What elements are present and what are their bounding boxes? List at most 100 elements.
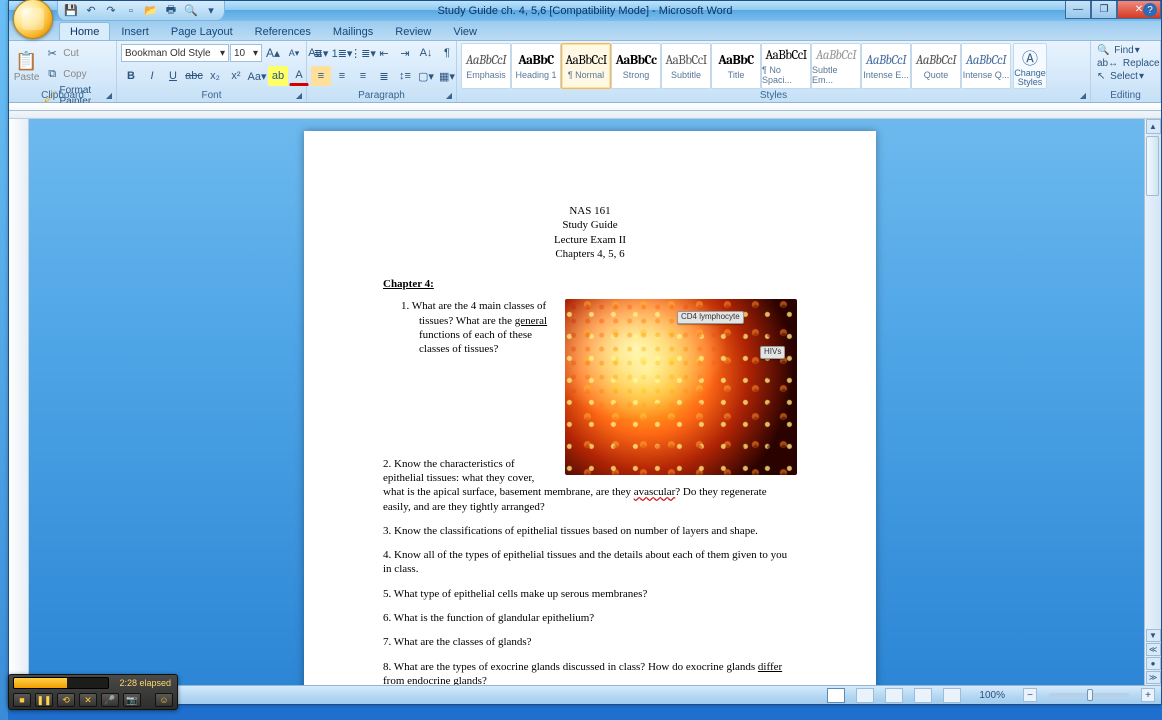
- zoom-slider-thumb[interactable]: [1087, 689, 1093, 701]
- recorder-settings-icon[interactable]: ☺: [155, 693, 173, 707]
- replace-button[interactable]: ab↔ Replace: [1097, 58, 1160, 69]
- document-page[interactable]: NAS 161 Study Guide Lecture Exam II Chap…: [305, 132, 875, 685]
- style-item--no-spaci-[interactable]: AaBbCcI¶ No Spaci...: [761, 43, 811, 89]
- align-left-icon[interactable]: ≡: [311, 66, 331, 86]
- bullets-icon[interactable]: ≣▾: [311, 43, 331, 63]
- qat-customize-icon[interactable]: ▾: [204, 4, 218, 18]
- zoom-level[interactable]: 100%: [979, 690, 1005, 701]
- quick-print-icon[interactable]: 🖶: [164, 4, 178, 18]
- doc-header-line-2: Study Guide: [383, 218, 797, 232]
- multilevel-list-icon[interactable]: ⋮≣▾: [353, 43, 373, 63]
- show-marks-icon[interactable]: ¶: [437, 43, 457, 63]
- paste-button[interactable]: 📋 Paste: [13, 43, 40, 91]
- open-icon[interactable]: 📂: [144, 4, 158, 18]
- zoom-in-button[interactable]: +: [1141, 688, 1155, 702]
- ruler-vertical[interactable]: [9, 119, 29, 685]
- font-color-icon[interactable]: A: [289, 66, 309, 86]
- tab-references[interactable]: References: [244, 22, 322, 40]
- change-case-icon[interactable]: Aa▾: [247, 66, 267, 86]
- ruler-horizontal[interactable]: [9, 103, 1161, 119]
- recorder-webcam-icon[interactable]: 📷: [123, 693, 141, 707]
- copy-icon[interactable]: ⧉: [42, 64, 62, 84]
- browse-object-icon[interactable]: ●: [1146, 657, 1161, 670]
- style-item-emphasis[interactable]: AaBbCcIEmphasis: [461, 43, 511, 89]
- style-item-quote[interactable]: AaBbCcIQuote: [911, 43, 961, 89]
- recorder-restart-icon[interactable]: ⟲: [57, 693, 75, 707]
- grow-font-icon[interactable]: A▴: [263, 43, 283, 63]
- style-item--normal[interactable]: AaBbCcI¶ Normal: [561, 43, 611, 89]
- view-draft-icon[interactable]: [943, 688, 961, 703]
- decrease-indent-icon[interactable]: ⇤: [374, 43, 394, 63]
- recorder-stop-icon[interactable]: ■: [13, 693, 31, 707]
- prev-page-icon[interactable]: ≪: [1146, 643, 1161, 656]
- undo-icon[interactable]: ↶: [84, 4, 98, 18]
- shading-icon[interactable]: ▢▾: [416, 66, 436, 86]
- view-outline-icon[interactable]: [914, 688, 932, 703]
- align-right-icon[interactable]: ≡: [353, 66, 373, 86]
- font-dialog-launcher[interactable]: ◢: [294, 91, 304, 101]
- recorder-pause-icon[interactable]: ❚❚: [35, 693, 53, 707]
- select-button[interactable]: ↖ Select ▾: [1097, 71, 1160, 82]
- tab-insert[interactable]: Insert: [110, 22, 160, 40]
- tab-page-layout[interactable]: Page Layout: [160, 22, 244, 40]
- print-preview-icon[interactable]: 🔍: [184, 4, 198, 18]
- recorder-delete-icon[interactable]: ✕: [79, 693, 97, 707]
- find-button[interactable]: 🔍 Find ▾: [1097, 45, 1160, 56]
- sort-icon[interactable]: A↓: [416, 43, 436, 63]
- font-size-combo[interactable]: 10▾: [230, 44, 262, 62]
- paragraph-dialog-launcher[interactable]: ◢: [444, 91, 454, 101]
- office-button[interactable]: [13, 0, 53, 39]
- line-spacing-icon[interactable]: ↕≡: [395, 66, 415, 86]
- view-web-layout-icon[interactable]: [885, 688, 903, 703]
- bold-icon[interactable]: B: [121, 66, 141, 86]
- zoom-slider[interactable]: [1049, 693, 1129, 697]
- scroll-thumb[interactable]: [1146, 136, 1159, 196]
- new-doc-icon[interactable]: ▫: [124, 4, 138, 18]
- redo-icon[interactable]: ↷: [104, 4, 118, 18]
- tab-mailings[interactable]: Mailings: [322, 22, 384, 40]
- embedded-image[interactable]: CD4 lymphocyte HIVs: [565, 299, 797, 475]
- style-gallery[interactable]: AaBbCcIEmphasisAaBbCHeading 1AaBbCcI¶ No…: [461, 43, 1011, 89]
- numbering-icon[interactable]: 1≣▾: [332, 43, 352, 63]
- recorder-mic-icon[interactable]: 🎤: [101, 693, 119, 707]
- change-styles-button[interactable]: Ⓐ Change Styles: [1013, 43, 1047, 89]
- view-full-screen-icon[interactable]: [856, 688, 874, 703]
- clipboard-dialog-launcher[interactable]: ◢: [104, 91, 114, 101]
- style-item-heading-1[interactable]: AaBbCHeading 1: [511, 43, 561, 89]
- view-print-layout-icon[interactable]: [827, 688, 845, 703]
- style-item-intense-q-[interactable]: AaBbCcIIntense Q...: [961, 43, 1011, 89]
- help-icon[interactable]: ?: [1143, 3, 1157, 17]
- align-center-icon[interactable]: ≡: [332, 66, 352, 86]
- italic-icon[interactable]: I: [142, 66, 162, 86]
- styles-dialog-launcher[interactable]: ◢: [1078, 91, 1088, 101]
- scroll-down-icon[interactable]: ▼: [1146, 629, 1161, 642]
- tab-review[interactable]: Review: [384, 22, 442, 40]
- justify-icon[interactable]: ≣: [374, 66, 394, 86]
- next-page-icon[interactable]: ≫: [1146, 671, 1161, 684]
- vertical-scrollbar[interactable]: ▲ ▼ ≪ ● ≫: [1144, 119, 1161, 685]
- borders-icon[interactable]: ▦▾: [437, 66, 457, 86]
- style-item-subtle-em-[interactable]: AaBbCcISubtle Em...: [811, 43, 861, 89]
- save-icon[interactable]: 💾: [64, 4, 78, 18]
- style-item-strong[interactable]: AaBbCcStrong: [611, 43, 661, 89]
- cut-icon[interactable]: ✂: [42, 43, 62, 63]
- underline-icon[interactable]: U: [163, 66, 183, 86]
- zoom-out-button[interactable]: −: [1023, 688, 1037, 702]
- subscript-icon[interactable]: x₂: [205, 66, 225, 86]
- maximize-button[interactable]: ❐: [1091, 1, 1117, 19]
- minimize-button[interactable]: —: [1065, 1, 1091, 19]
- strikethrough-icon[interactable]: abc: [184, 66, 204, 86]
- superscript-icon[interactable]: x²: [226, 66, 246, 86]
- style-item-title[interactable]: AaBbCTitle: [711, 43, 761, 89]
- increase-indent-icon[interactable]: ⇥: [395, 43, 415, 63]
- screen-recorder-bar[interactable]: 2:28 elapsed ■ ❚❚ ⟲ ✕ 🎤 📷 ☺: [8, 674, 178, 710]
- scroll-up-icon[interactable]: ▲: [1146, 119, 1161, 134]
- doc-header-line-3: Lecture Exam II: [383, 233, 797, 247]
- style-item-subtitle[interactable]: AaBbCcISubtitle: [661, 43, 711, 89]
- highlight-icon[interactable]: ab: [268, 66, 288, 86]
- style-item-intense-e-[interactable]: AaBbCcIIntense E...: [861, 43, 911, 89]
- shrink-font-icon[interactable]: A▾: [284, 43, 304, 63]
- font-name-combo[interactable]: Bookman Old Style▾: [121, 44, 229, 62]
- tab-view[interactable]: View: [442, 22, 488, 40]
- tab-home[interactable]: Home: [59, 22, 110, 40]
